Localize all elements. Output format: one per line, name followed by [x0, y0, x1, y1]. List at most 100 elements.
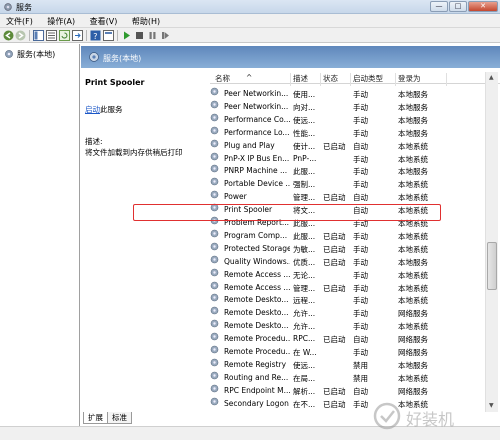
cell-startup-type: 自动 [353, 335, 368, 345]
cell-description: 管理... [293, 193, 316, 203]
watermark-text: 好装机 [406, 410, 455, 429]
column-header-startup-type[interactable]: 启动类型 [353, 73, 383, 84]
table-row[interactable]: Protected Storage 为敏... 已启动 手动 本地系统 [210, 242, 487, 255]
cell-log-on-as: 本地系统 [398, 373, 428, 383]
cell-description: 此服... [293, 167, 316, 177]
cell-startup-type: 自动 [353, 141, 368, 151]
tab-standard[interactable]: 标准 [107, 412, 132, 424]
cell-log-on-as: 本地服务 [398, 128, 428, 138]
properties-icon[interactable] [103, 30, 114, 41]
cell-name: Remote Procedu... [224, 347, 290, 356]
scroll-up-icon[interactable]: ▲ [489, 74, 494, 81]
stop-icon[interactable] [134, 30, 145, 41]
restart-icon[interactable] [160, 30, 171, 41]
cell-status: 已启动 [323, 193, 346, 203]
table-row[interactable]: Performance Co... 使远... 手动 本地服务 [210, 113, 487, 126]
watermark: 好装机 [370, 398, 494, 434]
service-gear-icon [210, 345, 219, 354]
table-row[interactable]: Routing and Re... 在局... 禁用 本地系统 [210, 371, 487, 384]
maximize-button[interactable]: □ [449, 1, 467, 12]
table-row[interactable]: Remote Registry 使远... 禁用 本地服务 [210, 358, 487, 371]
column-header-status[interactable]: 状态 [323, 73, 338, 84]
forward-icon[interactable] [15, 30, 26, 41]
cell-name: Remote Registry [224, 359, 287, 369]
service-gear-icon [210, 255, 219, 263]
cell-status: 已启动 [323, 244, 346, 254]
cell-name: Remote Deskto... [224, 295, 289, 305]
table-row[interactable]: Portable Device ... 强制... 手动 本地系统 [210, 177, 487, 190]
play-icon[interactable] [121, 30, 132, 41]
column-divider[interactable] [446, 73, 447, 86]
toolbar-divider [86, 30, 87, 41]
cell-name: Peer Networkin... [224, 89, 289, 98]
gear-icon [89, 52, 99, 62]
refresh-icon[interactable] [59, 30, 70, 41]
close-button[interactable]: ✕ [468, 1, 498, 12]
table-row[interactable]: Performance Lo... 性能... 手动 本地服务 [210, 126, 487, 139]
tab-extended[interactable]: 扩展 [83, 412, 108, 424]
pane-header: 服务(本地) [81, 46, 500, 68]
column-header-log-on-as[interactable]: 登录为 [398, 73, 421, 84]
highlight-box [133, 204, 441, 221]
help-icon[interactable]: ? [90, 30, 101, 41]
start-service-suffix: 此服务 [100, 105, 123, 114]
list-view-icon[interactable] [46, 30, 57, 41]
service-gear-icon [210, 371, 219, 380]
cell-startup-type: 手动 [353, 296, 368, 306]
menu-action[interactable]: 操作(A) [41, 14, 81, 27]
main-pane: 服务(本地) Print Spooler 启动此服务 描述: 将文件加载到内存供… [81, 44, 500, 440]
column-divider[interactable] [395, 73, 396, 86]
menu-help[interactable]: 帮助(H) [126, 14, 166, 27]
column-header-description[interactable]: 描述 [293, 73, 308, 84]
pause-icon[interactable] [147, 30, 158, 41]
gear-icon [5, 50, 13, 58]
toolbar-divider [117, 30, 118, 41]
vertical-scrollbar[interactable]: ▲ ▼ [485, 72, 498, 412]
cell-log-on-as: 本地系统 [398, 283, 428, 293]
column-divider[interactable] [350, 73, 351, 86]
table-row[interactable]: PNRP Machine ... 此服... 手动 本地服务 [210, 164, 487, 177]
minimize-button[interactable]: — [430, 1, 448, 12]
cell-description: 解析... [293, 386, 316, 396]
table-row[interactable]: Remote Procedu... 在 W... 手动 网络服务 [210, 345, 487, 358]
table-row[interactable]: PnP-X IP Bus En... PnP-... 手动 本地系统 [210, 152, 487, 165]
table-row[interactable]: Remote Deskto... 允许... 手动 网络服务 [210, 306, 487, 319]
menu-view[interactable]: 查看(V) [84, 14, 124, 27]
cell-log-on-as: 本地系统 [398, 154, 428, 164]
scrollbar-thumb[interactable] [487, 242, 497, 290]
table-row[interactable]: Power 管理... 已启动 自动 本地系统 [210, 190, 487, 203]
service-gear-icon [210, 177, 219, 186]
toolbar: ? [0, 28, 500, 43]
console-tree-icon[interactable] [33, 30, 44, 41]
menu-bar: 文件(F) 操作(A) 查看(V) 帮助(H) [0, 14, 500, 28]
table-row[interactable]: Plug and Play 使计... 已启动 自动 本地系统 [210, 139, 487, 152]
cell-log-on-as: 本地服务 [398, 102, 428, 112]
table-row[interactable]: Remote Access ... 无论... 手动 本地系统 [210, 268, 487, 281]
list-header: 名称 ^ 描述 状态 启动类型 登录为 [210, 71, 500, 86]
tree-item-services-local[interactable]: 服务(本地) [4, 48, 55, 60]
table-row[interactable]: Remote Access ... 管理... 已启动 手动 本地系统 [210, 281, 487, 294]
start-service-link[interactable]: 启动 [85, 105, 100, 114]
table-row[interactable]: Remote Deskto... 允许... 手动 本地系统 [210, 319, 487, 332]
table-row[interactable]: Peer Networkin... 使用... 手动 本地服务 [210, 87, 487, 100]
back-icon[interactable] [3, 30, 14, 41]
services-list: 名称 ^ 描述 状态 启动类型 登录为 Peer Networkin... 使用.… [210, 68, 500, 420]
column-divider[interactable] [320, 73, 321, 86]
column-header-name[interactable]: 名称 [215, 73, 230, 84]
table-row[interactable]: RPC Endpoint M... 解析... 已启动 自动 网络服务 [210, 384, 487, 397]
table-row[interactable]: Peer Networkin... 向对... 手动 本地服务 [210, 100, 487, 113]
cell-startup-type: 手动 [353, 102, 368, 112]
cell-log-on-as: 网络服务 [398, 309, 428, 319]
menu-file[interactable]: 文件(F) [0, 14, 39, 27]
table-row[interactable]: Program Comp... 此服... 已启动 手动 本地系统 [210, 229, 487, 242]
cell-startup-type: 手动 [353, 154, 368, 164]
export-list-icon[interactable] [72, 30, 83, 41]
cell-log-on-as: 本地系统 [398, 296, 428, 306]
table-row[interactable]: Remote Procedu... RPC... 已启动 自动 网络服务 [210, 332, 487, 345]
column-divider[interactable] [290, 73, 291, 86]
cell-description: 此服... [293, 231, 316, 241]
table-row[interactable]: Remote Deskto... 远程... 手动 本地系统 [210, 293, 487, 306]
table-row[interactable]: Quality Windows... 优质... 已启动 手动 本地服务 [210, 255, 487, 268]
service-gear-icon [210, 87, 219, 96]
cell-name: Performance Co... [224, 114, 290, 124]
